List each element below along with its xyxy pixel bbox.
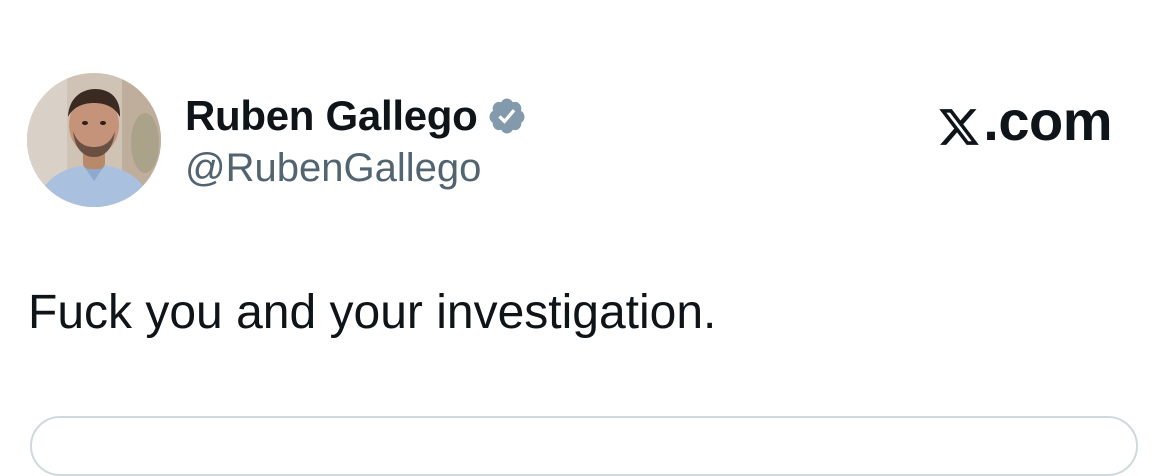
verified-badge-icon [487,96,527,136]
display-name[interactable]: Ruben Gallego [185,92,478,140]
quote-card[interactable] [30,416,1138,476]
user-handle[interactable]: @RubenGallego [185,146,481,191]
name-row: Ruben Gallego [185,89,527,143]
profile-photo-icon [27,73,161,207]
tweet-card: Ruben Gallego @RubenGallego .com Fuck yo… [0,0,1170,476]
brand-logo: .com [937,88,1112,153]
avatar[interactable] [27,73,161,207]
brand-label: .com [983,89,1112,152]
x-logo-icon [937,98,981,145]
tweet-text: Fuck you and your investigation. [28,286,717,339]
